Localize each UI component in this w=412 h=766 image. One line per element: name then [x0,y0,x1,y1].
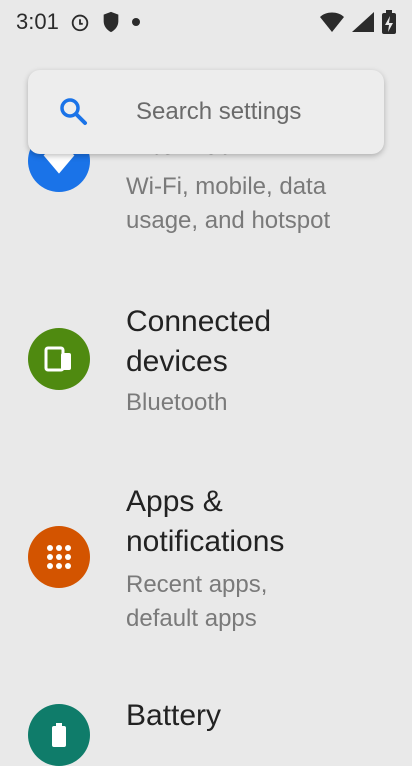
settings-item-title: Battery [126,699,222,732]
settings-item-battery[interactable]: Battery [0,694,412,766]
settings-item-title: Apps & notifications [126,485,285,558]
settings-item-connected-devices[interactable]: Connected devices Bluetooth [0,300,412,440]
search-bar[interactable]: Search settings [28,70,384,154]
settings-item-subtitle: Recent apps, default apps [126,571,268,632]
settings-item-subtitle: Wi-Fi, mobile, data usage, and hotspot [126,173,331,234]
apps-grid-icon [28,526,90,588]
battery-icon [28,704,90,766]
devices-icon [28,328,90,390]
settings-item-apps-notifications[interactable]: Apps & notifications Recent apps, defaul… [0,482,412,652]
settings-item-subtitle: Bluetooth [126,389,228,416]
settings-item-title: Connected devices [126,305,272,378]
search-icon [58,96,88,131]
search-input[interactable]: Search settings [136,98,301,126]
